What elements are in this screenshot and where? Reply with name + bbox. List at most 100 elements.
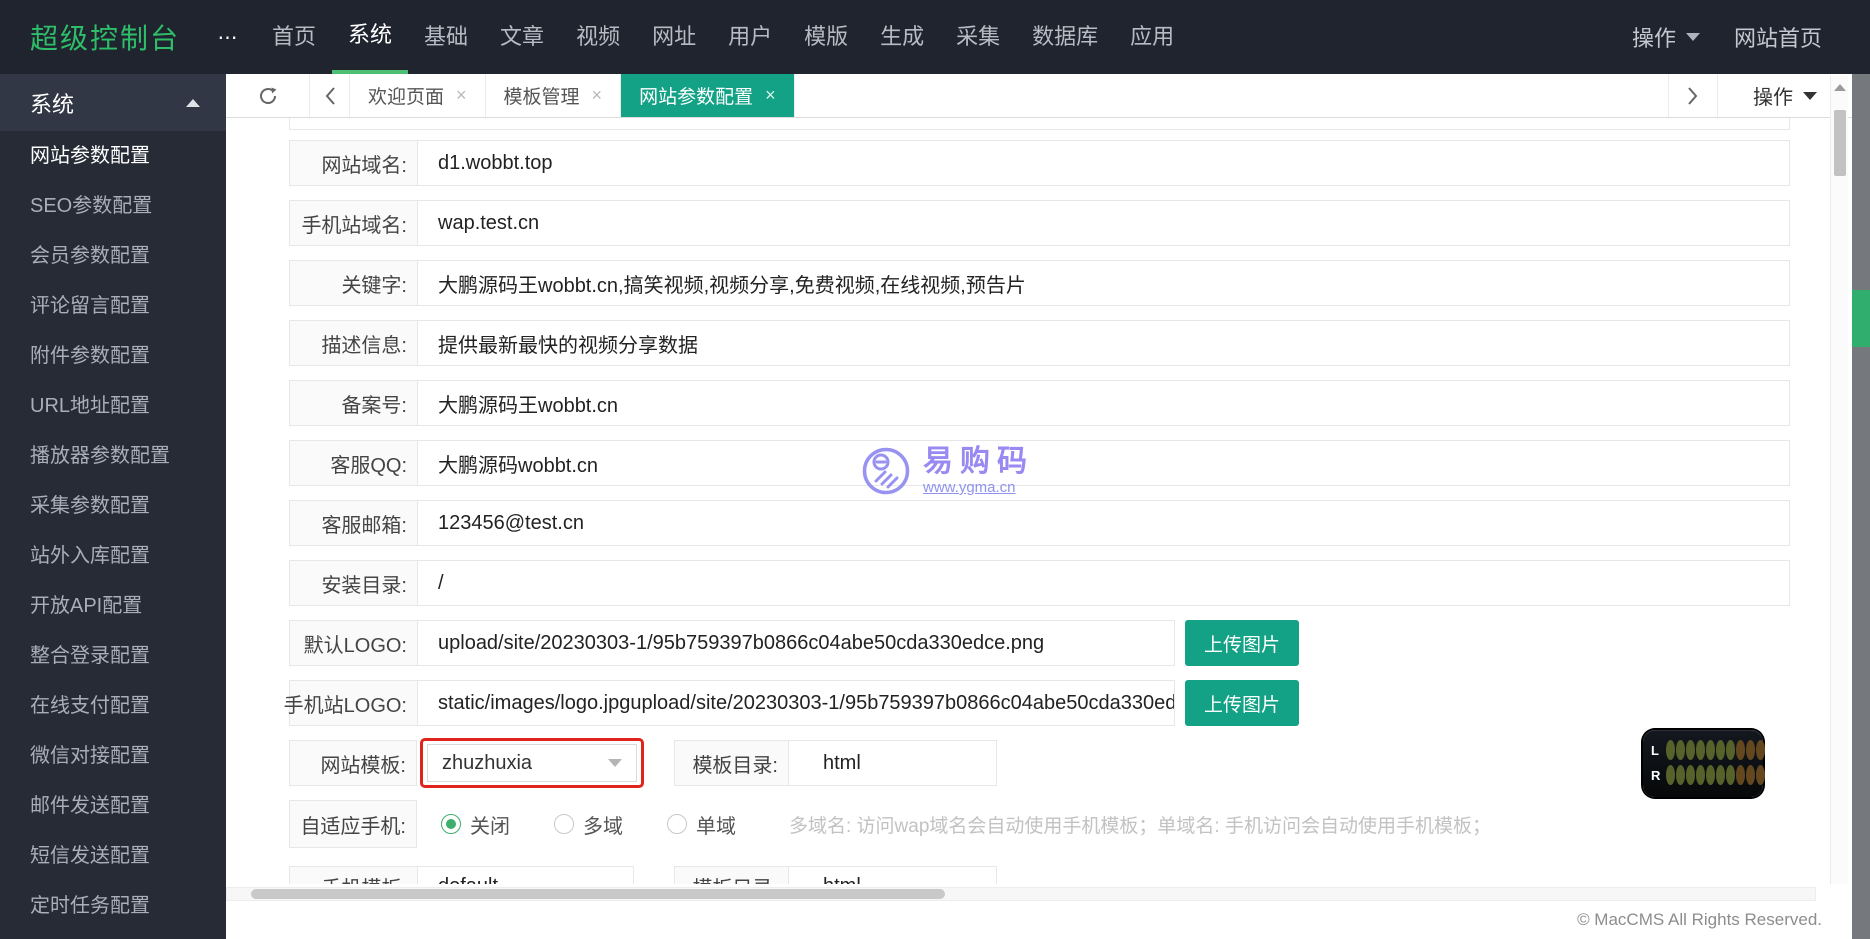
footer: © MacCMS All Rights Reserved. [226,884,1852,939]
nav-user[interactable]: 用户 [712,0,788,74]
site-template-select-highlight: zhuzhuxia [420,738,644,788]
nav-basic[interactable]: 基础 [408,0,484,74]
site-home-link[interactable]: 网站首页 [1734,21,1822,53]
sidebar-item-open-api-config[interactable]: 开放API配置 [0,581,226,631]
service-email-input[interactable] [438,511,1789,535]
form-row-icp: 备案号: [289,380,1790,426]
scroll-up-arrow-icon[interactable] [1833,84,1846,91]
nav-app[interactable]: 应用 [1114,0,1190,74]
form-row-site-domain: 网站域名: [289,140,1790,186]
sidebar-item-url-config[interactable]: URL地址配置 [0,381,226,431]
field-label: 关键字: [290,261,418,305]
field-label: 默认LOGO: [290,621,418,665]
upload-mobile-logo-button[interactable]: 上传图片 [1185,680,1299,726]
tab-scroll-left-button[interactable] [310,74,350,117]
outer-scrollbar-thumb[interactable] [1852,290,1870,347]
outer-scrollbar[interactable] [1852,74,1870,939]
sidebar-group-system[interactable]: 系统 [0,74,226,131]
radio-label: 单域 [696,815,736,838]
tabbar: 欢迎页面 × 模板管理 × 网站参数配置 × 操作 [226,74,1852,118]
form-row-install-dir: 安装目录: [289,560,1790,606]
sidebar-item-sms-config[interactable]: 短信发送配置 [0,831,226,881]
sidebar-item-seo-config[interactable]: SEO参数配置 [0,181,226,231]
tab-action-label: 操作 [1753,87,1793,109]
radio-label: 关闭 [470,815,510,838]
caret-down-icon [1803,91,1817,100]
form-row-keywords: 关键字: [289,260,1790,306]
mobile-domain-input[interactable] [438,211,1789,235]
sidebar-item-member-config[interactable]: 会员参数配置 [0,231,226,281]
upload-default-logo-button[interactable]: 上传图片 [1185,620,1299,666]
form-row-mobile-logo: 手机站LOGO: [284,680,1175,726]
sidebar-item-email-config[interactable]: 邮件发送配置 [0,781,226,831]
field-label: 备案号: [290,381,418,425]
top-nav: 首页 系统 基础 文章 视频 网址 用户 模版 生成 采集 数据库 应用 [256,0,1190,74]
close-icon[interactable]: × [765,85,776,106]
copyright-text: © MacCMS All Rights Reserved. [1577,910,1822,929]
tab-template-manage[interactable]: 模板管理 × [486,74,622,117]
nav-article[interactable]: 文章 [484,0,560,74]
sidebar-item-attachment-config[interactable]: 附件参数配置 [0,331,226,381]
sidebar-item-collect-config[interactable]: 采集参数配置 [0,481,226,531]
field-label: 模板目录: [675,741,789,785]
template-dir-input[interactable] [823,751,996,775]
sidebar-item-player-config[interactable]: 播放器参数配置 [0,431,226,481]
radio-label: 多域 [583,815,623,838]
radio-adaptive-single-domain[interactable]: 单域 [667,810,736,839]
keywords-input[interactable] [438,271,1789,295]
description-input[interactable] [438,331,1789,355]
tab-label: 欢迎页面 [368,87,445,108]
nav-home[interactable]: 首页 [256,0,332,74]
sidebar-item-site-config[interactable]: 网站参数配置 [0,131,226,181]
nav-collect[interactable]: 采集 [940,0,1016,74]
sidebar-item-oauth-login-config[interactable]: 整合登录配置 [0,631,226,681]
sidebar-item-offsite-store-config[interactable]: 站外入库配置 [0,531,226,581]
install-dir-input[interactable] [438,571,1789,595]
vertical-scrollbar[interactable] [1830,76,1848,884]
form-row-description: 描述信息: [289,320,1790,366]
tab-label: 网站参数配置 [639,87,754,108]
chevron-right-icon [1688,86,1698,105]
template-dir-group: 模板目录: [674,740,997,786]
form-row-default-logo: 默认LOGO: [289,620,1175,666]
nav-weburl[interactable]: 网址 [636,0,712,74]
close-icon[interactable]: × [592,85,603,106]
radio-adaptive-multi-domain[interactable]: 多域 [554,810,623,839]
tab-welcome[interactable]: 欢迎页面 × [350,74,486,117]
more-menu-icon[interactable]: ⋯ [208,25,248,50]
horizontal-scrollbar-thumb[interactable] [251,889,945,899]
site-domain-input[interactable] [438,151,1789,175]
refresh-button[interactable] [226,74,310,117]
close-icon[interactable]: × [456,85,467,106]
content-panel: 网站域名: 手机站域名: 关键字: 描述信息: 备案号: 客服QQ: 客服邮箱: [226,118,1852,939]
mobile-logo-input[interactable] [438,691,1174,715]
site-template-select[interactable]: zhuzhuxia [427,744,637,782]
default-logo-input[interactable] [438,631,1174,655]
chevron-left-icon [325,86,335,105]
scrolled-row-sliver [289,118,1790,130]
tab-site-param-config[interactable]: 网站参数配置 × [621,74,795,117]
brand-title: 超级控制台 [30,23,181,54]
icp-number-input[interactable] [438,391,1789,415]
topbar-action-dropdown[interactable]: 操作 [1632,21,1700,53]
meter-left-channel: L [1651,739,1765,761]
vertical-scrollbar-thumb[interactable] [1834,110,1846,176]
sidebar-item-online-pay-config[interactable]: 在线支付配置 [0,681,226,731]
adaptive-hint-text: 多域名: 访问wap域名会自动使用手机模板；单域名: 手机访问会自动使用手机模板… [789,815,1491,837]
sidebar-item-comment-config[interactable]: 评论留言配置 [0,281,226,331]
nav-database[interactable]: 数据库 [1016,0,1114,74]
nav-video[interactable]: 视频 [560,0,636,74]
sidebar-item-cron-config[interactable]: 定时任务配置 [0,881,226,931]
nav-generate[interactable]: 生成 [864,0,940,74]
audio-level-meter: L R [1643,730,1765,797]
sidebar-item-wechat-config[interactable]: 微信对接配置 [0,731,226,781]
tab-scroll-right-button[interactable] [1668,74,1718,117]
horizontal-scrollbar[interactable] [226,887,1816,901]
topbar: 超级控制台 ⋯ 首页 系统 基础 文章 视频 网址 用户 模版 生成 采集 数据… [0,0,1870,74]
nav-template[interactable]: 模版 [788,0,864,74]
meter-led-row [1666,765,1765,785]
service-qq-input[interactable] [438,451,1789,475]
radio-adaptive-off[interactable]: 关闭 [441,810,510,839]
radio-icon [667,814,687,834]
nav-system[interactable]: 系统 [332,0,409,74]
